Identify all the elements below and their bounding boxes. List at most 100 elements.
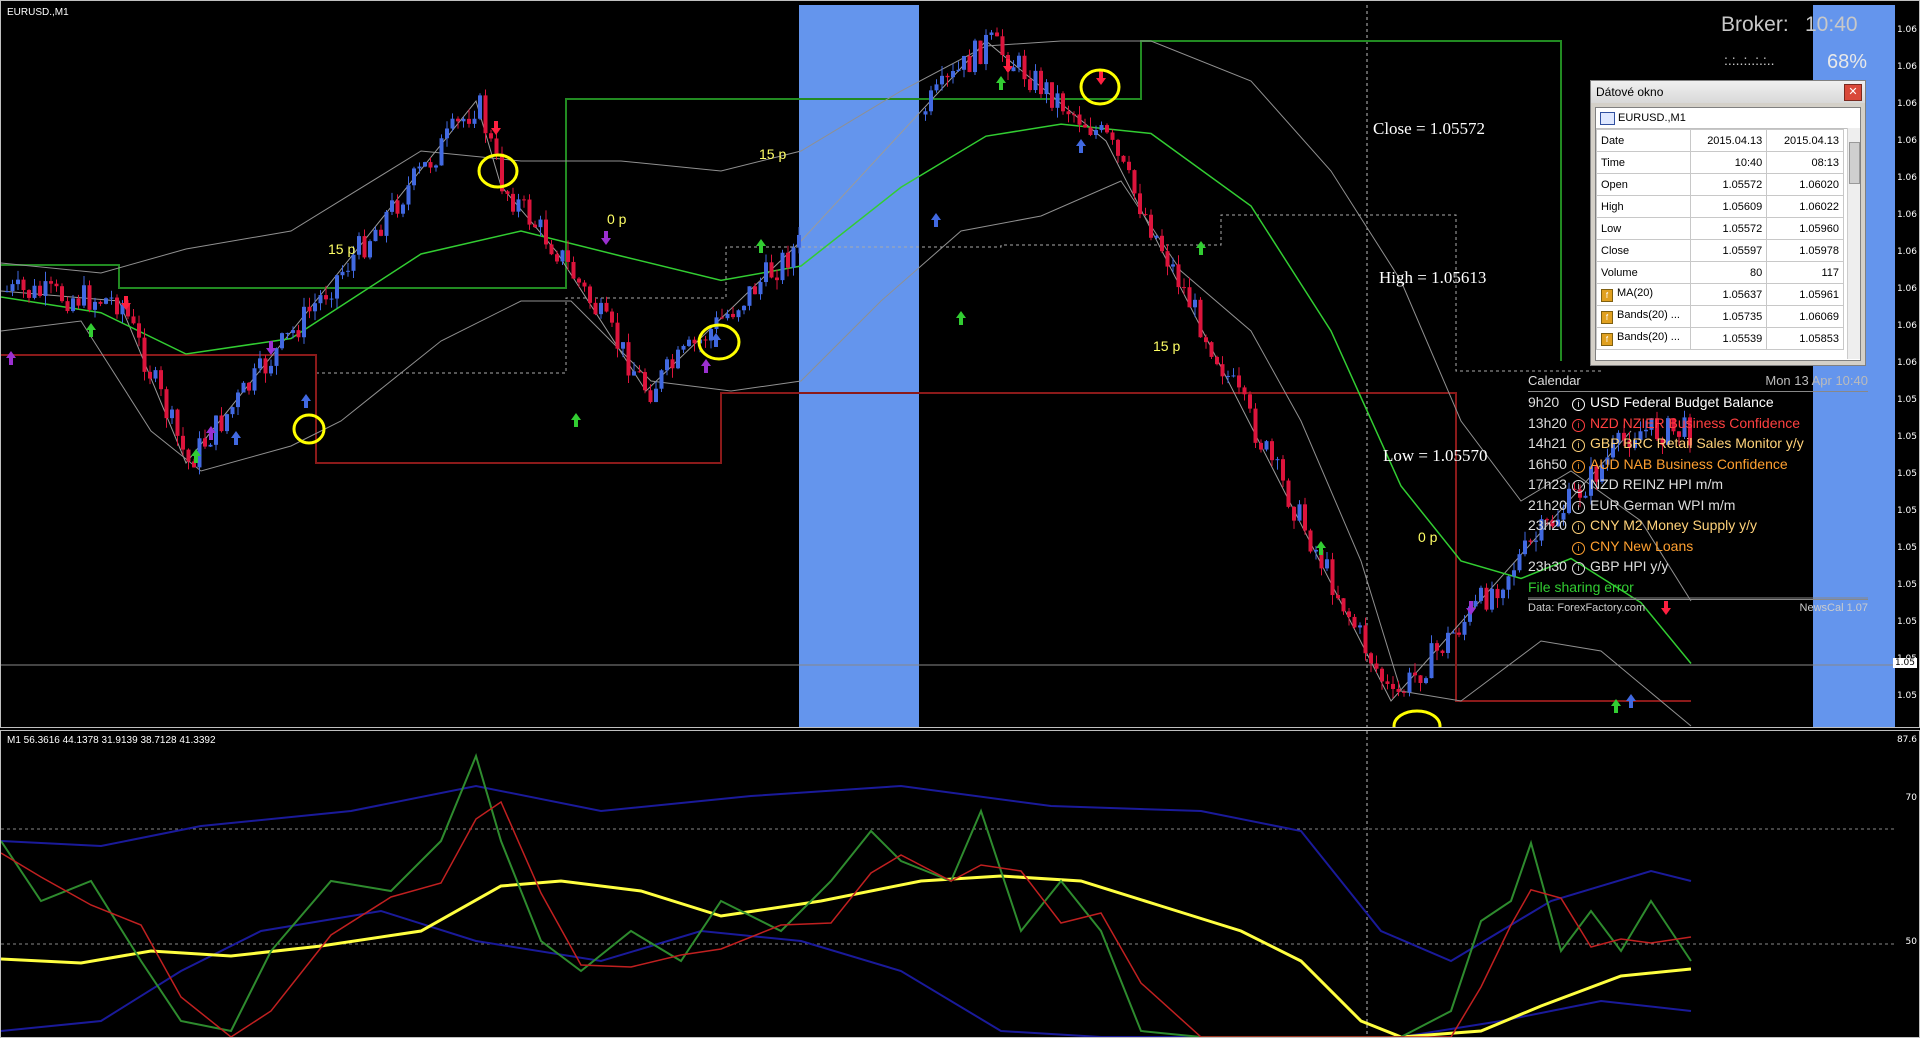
candle-body [791,247,796,268]
event-time: 16h50 [1528,455,1567,472]
calendar-footer: Data: ForexFactory.com NewsCal 1.07 [1528,599,1868,618]
main-chart[interactable]: EURUSD.,M1 1.06 1.06 1.06 1.06 1.06 1.06 1.06 1… [0,0,1920,728]
candle-body [1022,55,1027,80]
price-axis-label: 1.05 [1896,432,1917,442]
signal-icon [6,351,16,365]
candle-body [604,302,609,312]
row-value-current: 80 [1689,261,1768,284]
row-value-current: 1.05572 [1689,217,1768,240]
event-text: NZD NZIER Business Confidence [1590,414,1801,431]
candle-body [1264,441,1269,450]
calendar-event: 16h50 i AUD NAB Business Confidence [1528,454,1868,475]
candle-body [1171,264,1175,267]
oscillator-chart[interactable]: M1 56.3616 44.1378 31.9139 38.7128 41.33… [0,730,1920,1038]
candle-body [582,282,587,287]
candle-body [214,415,218,445]
price-axis-label: 1.06 [1896,62,1917,72]
candle-body [247,382,251,391]
candle-body [175,409,180,436]
candle-body [423,162,427,167]
calendar-event: 21h20 i EUR German WPI m/m [1528,495,1868,516]
candle-body [1512,570,1516,577]
close-button[interactable]: ✕ [1844,84,1862,101]
candle-body [1303,504,1307,531]
candle-body [445,128,449,139]
candle-body [1182,287,1186,289]
session-highlight [799,5,919,727]
candle-body [1347,611,1351,617]
event-text: USD Federal Budget Balance [1590,394,1774,410]
candle-body [428,162,433,168]
data-window-row: Date 2015.04.13 2015.04.13 [1596,129,1844,152]
data-window[interactable]: Dátové okno ✕ EURUSD.,M1 Date 2015.04.13 2… [1590,80,1866,366]
candle-body [1215,356,1219,365]
price-axis-label: 1.05 [1896,691,1917,701]
candle-body [714,317,719,329]
calendar-event: 17h23 i NZD REINZ HPI m/m [1528,474,1868,495]
candle-body [1385,681,1390,684]
row-value-current: 10:40 [1689,151,1768,174]
candle-body [538,219,543,228]
info-icon: i [1572,459,1585,473]
candle-body [203,438,207,447]
row-value-cursor: 1.05961 [1766,283,1844,306]
candle-body [637,371,642,373]
candle-body [967,55,972,73]
candle-body [65,301,70,312]
candle-body [1457,632,1461,635]
row-value-cursor: 08:13 [1766,151,1844,174]
candle-body [1193,299,1197,308]
candle-body [1242,387,1247,395]
row-label: Open [1596,173,1691,196]
buy-arrow-icon [86,323,96,337]
candle-body [489,133,493,139]
row-label: f Bands(20) ... [1596,327,1691,350]
candle-body [32,285,37,298]
candle-body [1033,70,1038,91]
candle-body [676,349,680,369]
candle-body [989,32,994,35]
candle-body [742,305,746,311]
candle-body [1413,672,1417,676]
candle-body [1000,36,1005,55]
candle-body [137,323,141,338]
price-axis-label: 1.05 [1896,617,1917,627]
candle-body [1226,375,1230,377]
low-annotation: Low = 1.05570 [1383,446,1488,465]
candle-body [1451,632,1456,634]
oscillator-canvas[interactable] [1,731,1919,1037]
progress-percent: 68% [1827,51,1868,73]
candle-body [1380,668,1384,682]
data-window-titlebar[interactable]: Dátové okno ✕ [1591,81,1865,103]
data-window-table: Date 2015.04.13 2015.04.13 Time 10:40 08:13 Op… [1596,129,1844,350]
calendar-title: Calendar [1528,373,1581,388]
indicator-icon: f [1601,289,1613,302]
candle-body [1341,598,1346,612]
candle-body [456,118,460,122]
candle-body [1127,161,1131,171]
candle-body [450,118,455,129]
candle-body [648,390,653,403]
candle-body [1517,554,1522,571]
candle-body [38,285,42,296]
oscillator-axis-label: 50 [1905,937,1917,947]
candle-body [472,118,477,124]
price-axis-label: 1.06 [1896,99,1917,109]
event-time: 13h20 [1528,414,1567,431]
row-label: f Bands(20) ... [1596,305,1691,328]
candle-body [725,313,730,319]
calendar-events: 9h20 i USD Federal Budget Balance 13h20 i NZD… [1528,392,1868,597]
scrollbar-thumb[interactable] [1849,142,1860,184]
data-window-scrollbar[interactable] [1847,128,1860,359]
candle-body [87,285,92,310]
candle-body [379,229,383,236]
candle-body [1066,111,1071,115]
buy-signal-icon [931,213,941,227]
calendar-event: 9h20 i USD Federal Budget Balance [1528,392,1868,413]
candle-body [929,90,933,112]
row-value-cursor: 1.05853 [1766,327,1844,350]
candle-body [159,370,163,390]
candle-body [225,414,229,432]
row-value-cursor: 1.05960 [1766,217,1844,240]
row-value-current: 1.05572 [1689,173,1768,196]
